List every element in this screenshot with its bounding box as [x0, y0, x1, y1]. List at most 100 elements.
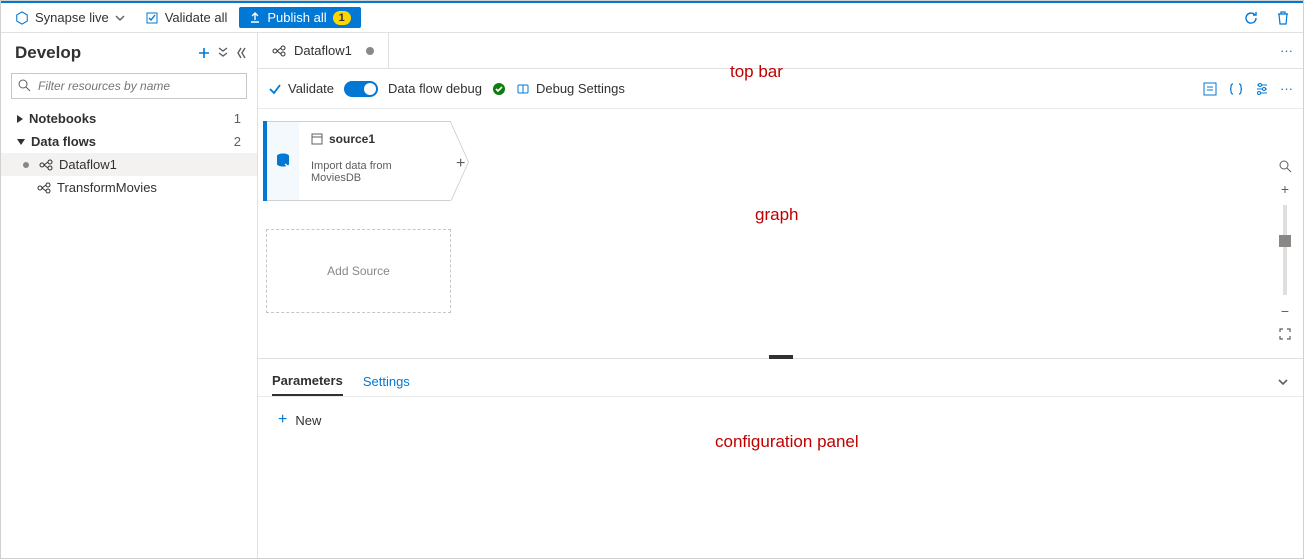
workspace-label: Synapse live	[35, 10, 109, 25]
zoom-search-button[interactable]	[1278, 159, 1292, 173]
source-node[interactable]: source1 Import data from MoviesDB	[266, 121, 451, 201]
search-icon	[17, 78, 31, 92]
dataflow-icon	[39, 158, 53, 172]
debug-toggle[interactable]	[344, 81, 378, 97]
sidebar: Develop Notebooks 1 Data flows 2	[1, 33, 258, 558]
workspace-dropdown[interactable]: Synapse live	[7, 6, 133, 29]
zoom-controls: + −	[1273, 159, 1297, 341]
group-dataflows[interactable]: Data flows 2	[1, 130, 257, 153]
add-resource-button[interactable]	[197, 46, 211, 60]
dataflow-item-label: Dataflow1	[59, 157, 117, 172]
source-node-title: source1	[329, 132, 375, 146]
settings-sliders-button[interactable]	[1254, 81, 1270, 97]
main: Dataflow1 ··· Validate Data flow debug D…	[258, 33, 1303, 558]
refresh-icon	[1243, 10, 1259, 26]
group-count: 1	[234, 111, 247, 126]
delete-button[interactable]	[1269, 4, 1297, 32]
database-icon	[273, 151, 293, 171]
zoom-in-button[interactable]: +	[1281, 181, 1289, 197]
expand-all-button[interactable]	[217, 46, 229, 60]
filter-input[interactable]	[11, 73, 247, 99]
check-icon	[268, 82, 282, 96]
sidebar-header-actions	[197, 46, 247, 60]
config-tabs: Parameters Settings	[258, 359, 1303, 397]
code-view-button[interactable]	[1228, 81, 1244, 97]
search-icon	[1278, 159, 1292, 173]
dataflow-icon	[272, 44, 286, 58]
dataflow-item-transformmovies[interactable]: TransformMovies	[1, 176, 257, 199]
debug-ok-icon	[492, 82, 506, 96]
source-node-band	[267, 122, 299, 200]
dataflow-item-dataflow1[interactable]: Dataflow1	[1, 153, 257, 176]
trash-icon	[1276, 10, 1290, 26]
debug-settings-icon	[516, 82, 530, 96]
tab-dataflow1[interactable]: Dataflow1	[258, 33, 389, 68]
more-actions-button[interactable]: ···	[1280, 81, 1293, 97]
debug-settings-label: Debug Settings	[536, 81, 625, 96]
tab-more-button[interactable]: ···	[1270, 43, 1303, 58]
tab-parameters[interactable]: Parameters	[272, 367, 343, 396]
sliders-icon	[1254, 81, 1270, 97]
double-chevron-down-icon	[217, 46, 229, 60]
workspace-icon	[15, 11, 29, 25]
action-bar-right: ···	[1202, 81, 1293, 97]
publish-all-button[interactable]: Publish all 1	[239, 7, 360, 28]
double-chevron-left-icon	[235, 46, 247, 60]
add-source-button[interactable]: Add Source	[266, 229, 451, 313]
resource-tree: Notebooks 1 Data flows 2 Dataflow1	[1, 107, 257, 558]
new-label: New	[295, 413, 321, 428]
config-panel: Parameters Settings + New	[258, 358, 1303, 558]
dataflow-item-label: TransformMovies	[57, 180, 157, 195]
chevron-right-icon	[17, 115, 23, 123]
zoom-fit-button[interactable]	[1278, 327, 1292, 341]
collapse-panel-button[interactable]	[1277, 376, 1289, 388]
zoom-slider[interactable]	[1283, 205, 1287, 295]
group-notebooks[interactable]: Notebooks 1	[1, 107, 257, 130]
validate-label: Validate	[288, 81, 334, 96]
collapse-sidebar-button[interactable]	[235, 46, 247, 60]
debug-settings-button[interactable]: Debug Settings	[516, 81, 625, 96]
zoom-out-button[interactable]: −	[1281, 303, 1289, 319]
panel-resize-handle[interactable]	[769, 355, 793, 359]
tab-dirty-indicator-icon	[366, 47, 374, 55]
toggle-knob	[364, 83, 376, 95]
script-view-button[interactable]	[1202, 81, 1218, 97]
chevron-down-icon	[115, 13, 125, 23]
validate-all-button[interactable]: Validate all	[137, 6, 236, 29]
sidebar-title: Develop	[15, 43, 81, 63]
group-label: Data flows	[31, 134, 96, 149]
source-node-description: Import data from MoviesDB	[311, 160, 442, 184]
zoom-thumb[interactable]	[1279, 235, 1291, 247]
top-toolbar: Synapse live Validate all Publish all 1	[1, 1, 1303, 33]
new-parameter-button[interactable]: + New	[278, 411, 1283, 429]
sidebar-header: Develop	[1, 33, 257, 69]
publish-badge: 1	[333, 11, 351, 25]
dataflow-icon	[37, 181, 51, 195]
plus-icon	[197, 46, 211, 60]
publish-all-label: Publish all	[267, 10, 326, 25]
config-body: + New	[258, 397, 1303, 443]
script-icon	[1202, 81, 1218, 97]
graph-canvas[interactable]: source1 Import data from MoviesDB + Add …	[258, 109, 1303, 358]
source-node-content: source1 Import data from MoviesDB	[303, 122, 450, 194]
validate-all-icon	[145, 11, 159, 25]
tab-label: Dataflow1	[294, 43, 352, 58]
chevron-down-icon	[1277, 376, 1289, 388]
dirty-indicator-icon	[23, 162, 29, 168]
braces-icon	[1228, 81, 1244, 97]
add-source-label: Add Source	[327, 264, 390, 278]
validate-button[interactable]: Validate	[268, 81, 334, 96]
group-count: 2	[234, 134, 247, 149]
tab-bar: Dataflow1 ···	[258, 33, 1303, 69]
app-root: Synapse live Validate all Publish all 1 …	[0, 0, 1304, 559]
body: Develop Notebooks 1 Data flows 2	[1, 33, 1303, 558]
validate-all-label: Validate all	[165, 10, 228, 25]
plus-icon: +	[278, 411, 287, 429]
fit-icon	[1278, 327, 1292, 341]
debug-label: Data flow debug	[388, 81, 482, 96]
refresh-button[interactable]	[1237, 4, 1265, 32]
chevron-down-icon	[17, 139, 25, 145]
publish-icon	[249, 12, 261, 24]
tab-settings[interactable]: Settings	[363, 368, 410, 395]
add-transformation-button[interactable]: +	[456, 155, 465, 173]
